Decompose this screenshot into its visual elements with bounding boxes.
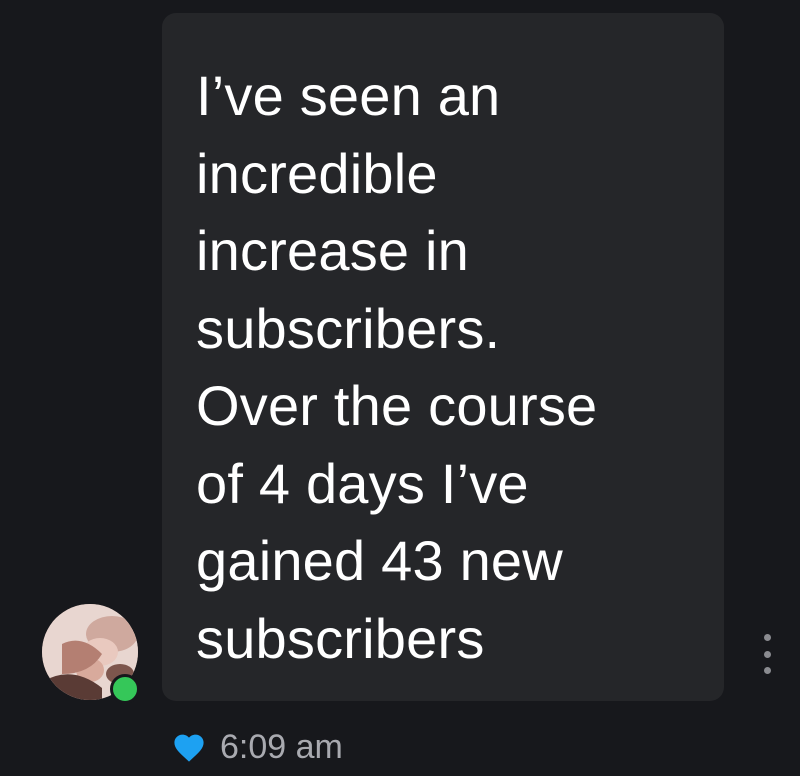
message-line: subscribers.	[196, 296, 501, 360]
more-options-icon	[763, 650, 771, 658]
message-line: Over the course	[196, 374, 598, 437]
message-line: incredible	[196, 141, 438, 205]
online-status-icon	[110, 674, 140, 704]
message-line: of 4 days I’ve	[196, 451, 529, 515]
message-meta: 6:09 am	[172, 722, 343, 772]
message-bubble[interactable]: I’ve seen an incredible increase in subs…	[162, 13, 724, 701]
message-line: increase in	[196, 219, 470, 282]
more-options-button[interactable]	[756, 634, 778, 674]
more-options-icon	[763, 634, 771, 641]
message-line: subscribers	[196, 606, 485, 670]
message-line: I’ve seen an	[196, 64, 501, 127]
message-line: gained 43 new	[196, 529, 563, 592]
more-options-icon	[763, 667, 771, 674]
heart-icon[interactable]	[172, 731, 206, 763]
message-timestamp: 6:09 am	[220, 728, 343, 766]
